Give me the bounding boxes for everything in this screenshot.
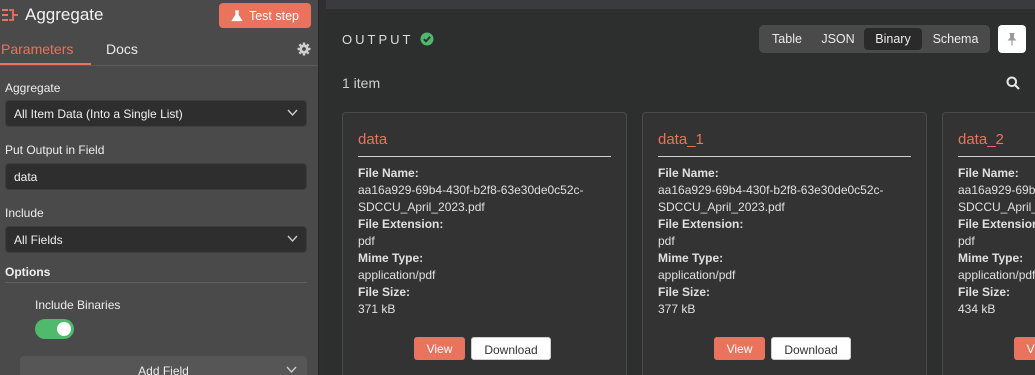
- mime-label: Mime Type:: [658, 251, 724, 265]
- file-ext-label: File Extension:: [958, 217, 1035, 231]
- binary-card: data_1 File Name: aa16a929-69b4-430f-b2f…: [642, 112, 927, 375]
- file-size-value: 377 kB: [658, 302, 696, 316]
- chevron-down-icon: [287, 235, 298, 243]
- mime-value: application/pdf: [958, 268, 1035, 282]
- file-name-line2: SDCCU_April_2023.pdf: [958, 200, 1035, 214]
- file-size-label: File Size:: [958, 285, 1011, 299]
- view-button[interactable]: View: [414, 337, 465, 360]
- chevron-down-icon: [286, 366, 297, 374]
- file-ext-value: pdf: [958, 234, 975, 248]
- output-field-label: Put Output in Field: [5, 143, 105, 157]
- mime-label: Mime Type:: [958, 251, 1024, 265]
- aggregate-select[interactable]: All Item Data (Into a Single List): [5, 100, 307, 127]
- aggregate-label: Aggregate: [5, 81, 61, 95]
- file-ext-field: File Extension: pdf: [358, 216, 443, 250]
- output-view-switch: Table JSON Binary Schema: [759, 25, 990, 53]
- parameter-tabs: Parameters Docs: [0, 36, 318, 66]
- view-json[interactable]: JSON: [814, 28, 862, 50]
- card-divider: [358, 156, 611, 157]
- file-size-field: File Size: 434 kB: [958, 284, 1010, 318]
- file-name-line2: SDCCU_April_2023.pdf: [658, 200, 785, 214]
- file-name-line1: aa16a929-69b4-430f-b2f8-63e30de0c52c-: [958, 183, 1035, 197]
- file-name-field: File Name: aa16a929-69b4-430f-b2f8-63e30…: [358, 165, 584, 216]
- file-size-label: File Size:: [658, 285, 711, 299]
- card-title: data: [358, 131, 388, 148]
- aggregate-value: All Item Data (Into a Single List): [14, 107, 183, 121]
- output-field-input[interactable]: data: [5, 163, 307, 190]
- download-button[interactable]: Download: [771, 337, 851, 360]
- card-title: data_1: [658, 131, 704, 148]
- file-ext-label: File Extension:: [658, 217, 744, 231]
- file-name-line1: aa16a929-69b4-430f-b2f8-63e30de0c52c-: [658, 183, 884, 197]
- active-tab-indicator: [0, 63, 91, 65]
- toggle-knob: [57, 322, 71, 336]
- mime-field: Mime Type: application/pdf: [658, 250, 735, 284]
- file-name-label: File Name:: [358, 166, 419, 180]
- tab-docs[interactable]: Docs: [106, 41, 138, 57]
- item-count: 1 item: [342, 75, 381, 91]
- gear-icon[interactable]: [297, 42, 311, 56]
- add-field-label: Add Field: [138, 364, 189, 375]
- mime-label: Mime Type:: [358, 251, 424, 265]
- pin-data-button[interactable]: [998, 25, 1026, 53]
- view-binary[interactable]: Binary: [864, 28, 922, 50]
- node-title: Aggregate: [25, 5, 104, 24]
- file-ext-value: pdf: [358, 234, 375, 248]
- card-divider: [958, 156, 1035, 157]
- add-field-button[interactable]: Add Field: [20, 356, 307, 375]
- binary-card: data File Name: aa16a929-69b4-430f-b2f8-…: [342, 112, 627, 375]
- parameters-panel: Aggregate Test step Parameters Docs Aggr…: [0, 0, 318, 375]
- download-button[interactable]: Download: [471, 337, 551, 360]
- output-title: OUTPUT: [342, 32, 414, 47]
- file-name-label: File Name:: [658, 166, 719, 180]
- node-header: Aggregate Test step: [0, 0, 318, 33]
- aggregate-icon: [2, 9, 18, 21]
- include-value: All Fields: [14, 233, 63, 247]
- panel-divider[interactable]: [318, 0, 326, 375]
- file-size-field: File Size: 377 kB: [658, 284, 710, 318]
- search-icon[interactable]: [1006, 76, 1020, 90]
- success-check-icon: [420, 32, 434, 46]
- view-table[interactable]: Table: [762, 28, 812, 50]
- include-label: Include: [5, 206, 44, 220]
- test-step-label: Test step: [248, 8, 300, 23]
- mime-value: application/pdf: [658, 268, 736, 282]
- include-binaries-label: Include Binaries: [35, 298, 121, 312]
- file-name-line2: SDCCU_April_2023.pdf: [358, 200, 485, 214]
- file-size-label: File Size:: [358, 285, 411, 299]
- include-select[interactable]: All Fields: [5, 226, 307, 253]
- options-title: Options: [5, 265, 51, 279]
- tab-parameters[interactable]: Parameters: [1, 41, 73, 57]
- file-name-field: File Name: aa16a929-69b4-430f-b2f8-63e30…: [958, 165, 1035, 216]
- test-step-button[interactable]: Test step: [219, 3, 311, 28]
- file-ext-label: File Extension:: [358, 217, 444, 231]
- mime-field: Mime Type: application/pdf: [958, 250, 1035, 284]
- mime-value: application/pdf: [358, 268, 436, 282]
- output-field-value: data: [14, 170, 38, 184]
- mime-field: Mime Type: application/pdf: [358, 250, 435, 284]
- card-divider: [658, 156, 911, 157]
- file-size-value: 434 kB: [958, 302, 996, 316]
- view-schema[interactable]: Schema: [924, 28, 987, 50]
- file-name-line1: aa16a929-69b4-430f-b2f8-63e30de0c52c-: [358, 183, 584, 197]
- binary-card-partial: data_2 File Name: aa16a929-69b4-430f-b2f…: [942, 112, 1035, 375]
- view-button[interactable]: View: [714, 337, 765, 360]
- file-ext-field: File Extension: pdf: [658, 216, 743, 250]
- chevron-down-icon: [287, 109, 298, 117]
- file-size-value: 371 kB: [358, 302, 396, 316]
- options-divider: [5, 282, 307, 283]
- file-size-field: File Size: 371 kB: [358, 284, 410, 318]
- file-name-label: File Name:: [958, 166, 1019, 180]
- include-binaries-toggle[interactable]: [35, 319, 74, 339]
- view-button[interactable]: View: [1014, 337, 1035, 360]
- pin-icon: [1007, 33, 1017, 46]
- card-title: data_2: [958, 131, 1004, 148]
- flask-icon: [231, 9, 243, 21]
- file-ext-value: pdf: [658, 234, 675, 248]
- top-strip: [326, 0, 1035, 9]
- file-ext-field: File Extension: pdf: [958, 216, 1035, 250]
- file-name-field: File Name: aa16a929-69b4-430f-b2f8-63e30…: [658, 165, 884, 216]
